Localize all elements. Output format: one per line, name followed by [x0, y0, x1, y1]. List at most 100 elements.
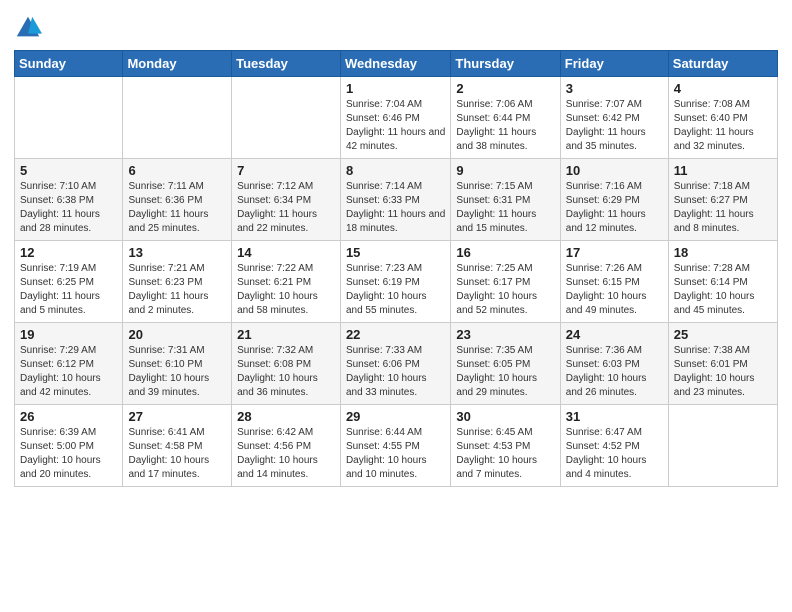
cell-2-1: 5 Sunrise: 7:10 AM Sunset: 6:38 PM Daylig… — [15, 159, 123, 241]
day-info: Sunrise: 7:32 AM Sunset: 6:08 PM Dayligh… — [237, 344, 335, 400]
cell-3-7: 18Sunrise: 7:28 AM Sunset: 6:14 PM Dayli… — [668, 241, 777, 323]
cell-2-7: 11 Sunrise: 7:18 AM Sunset: 6:27 PM Dayli… — [668, 159, 777, 241]
day-number: 14 — [237, 245, 335, 260]
cell-3-6: 17 Sunrise: 7:26 AM Sunset: 6:15 PM Dayli… — [560, 241, 668, 323]
header-wednesday: Wednesday — [340, 51, 450, 77]
cell-3-1: 12 Sunrise: 7:19 AM Sunset: 6:25 PM Dayli… — [15, 241, 123, 323]
day-number: 11 — [674, 163, 772, 178]
page: SundayMondayTuesdayWednesdayThursdayFrid… — [0, 0, 792, 612]
day-number: 13 — [128, 245, 226, 260]
cell-2-5: 9 Sunrise: 7:15 AM Sunset: 6:31 PM Daylig… — [451, 159, 560, 241]
day-info: Sunrise: 6:41 AM Sunset: 4:58 PM Dayligh… — [128, 426, 226, 482]
cell-1-2 — [123, 77, 232, 159]
cell-1-1 — [15, 77, 123, 159]
day-info: Sunrise: 7:14 AM Sunset: 6:33 PM Dayligh… — [346, 180, 445, 236]
cell-5-1: 26 Sunrise: 6:39 AM Sunset: 5:00 PM Dayli… — [15, 405, 123, 487]
header — [14, 10, 778, 42]
day-info: Sunrise: 7:07 AM Sunset: 6:42 PM Dayligh… — [566, 98, 663, 154]
day-number: 5 — [20, 163, 117, 178]
week-row-1: 1 Sunrise: 7:04 AM Sunset: 6:46 PM Daylig… — [15, 77, 778, 159]
day-number: 31 — [566, 409, 663, 424]
day-number: 7 — [237, 163, 335, 178]
logo-icon — [14, 14, 42, 42]
day-number: 22 — [346, 327, 445, 342]
header-saturday: Saturday — [668, 51, 777, 77]
day-number: 24 — [566, 327, 663, 342]
day-info: Sunrise: 7:28 AM Sunset: 6:14 PM Dayligh… — [674, 262, 772, 318]
day-number: 12 — [20, 245, 117, 260]
day-number: 15 — [346, 245, 445, 260]
cell-2-2: 6Sunrise: 7:11 AM Sunset: 6:36 PM Daylig… — [123, 159, 232, 241]
cell-2-4: 8Sunrise: 7:14 AM Sunset: 6:33 PM Daylig… — [340, 159, 450, 241]
day-number: 19 — [20, 327, 117, 342]
day-info: Sunrise: 6:45 AM Sunset: 4:53 PM Dayligh… — [456, 426, 554, 482]
day-info: Sunrise: 7:29 AM Sunset: 6:12 PM Dayligh… — [20, 344, 117, 400]
cell-4-6: 24 Sunrise: 7:36 AM Sunset: 6:03 PM Dayli… — [560, 323, 668, 405]
day-number: 21 — [237, 327, 335, 342]
day-info: Sunrise: 7:18 AM Sunset: 6:27 PM Dayligh… — [674, 180, 772, 236]
day-info: Sunrise: 7:04 AM Sunset: 6:46 PM Dayligh… — [346, 98, 445, 154]
day-info: Sunrise: 7:16 AM Sunset: 6:29 PM Dayligh… — [566, 180, 663, 236]
cell-5-7 — [668, 405, 777, 487]
day-info: Sunrise: 7:25 AM Sunset: 6:17 PM Dayligh… — [456, 262, 554, 318]
header-sunday: Sunday — [15, 51, 123, 77]
cell-3-3: 14 Sunrise: 7:22 AM Sunset: 6:21 PM Dayli… — [232, 241, 341, 323]
day-info: Sunrise: 7:22 AM Sunset: 6:21 PM Dayligh… — [237, 262, 335, 318]
day-info: Sunrise: 7:19 AM Sunset: 6:25 PM Dayligh… — [20, 262, 117, 318]
cell-2-3: 7 Sunrise: 7:12 AM Sunset: 6:34 PM Daylig… — [232, 159, 341, 241]
day-info: Sunrise: 7:33 AM Sunset: 6:06 PM Dayligh… — [346, 344, 445, 400]
cell-2-6: 10Sunrise: 7:16 AM Sunset: 6:29 PM Dayli… — [560, 159, 668, 241]
day-info: Sunrise: 7:36 AM Sunset: 6:03 PM Dayligh… — [566, 344, 663, 400]
day-number: 16 — [456, 245, 554, 260]
cell-3-2: 13 Sunrise: 7:21 AM Sunset: 6:23 PM Dayli… — [123, 241, 232, 323]
day-info: Sunrise: 7:08 AM Sunset: 6:40 PM Dayligh… — [674, 98, 772, 154]
day-info: Sunrise: 7:12 AM Sunset: 6:34 PM Dayligh… — [237, 180, 335, 236]
cell-4-7: 25Sunrise: 7:38 AM Sunset: 6:01 PM Dayli… — [668, 323, 777, 405]
day-number: 27 — [128, 409, 226, 424]
week-row-5: 26 Sunrise: 6:39 AM Sunset: 5:00 PM Dayli… — [15, 405, 778, 487]
cell-1-5: 2Sunrise: 7:06 AM Sunset: 6:44 PM Daylig… — [451, 77, 560, 159]
day-number: 23 — [456, 327, 554, 342]
day-info: Sunrise: 7:23 AM Sunset: 6:19 PM Dayligh… — [346, 262, 445, 318]
day-info: Sunrise: 6:42 AM Sunset: 4:56 PM Dayligh… — [237, 426, 335, 482]
day-info: Sunrise: 7:26 AM Sunset: 6:15 PM Dayligh… — [566, 262, 663, 318]
day-number: 30 — [456, 409, 554, 424]
day-info: Sunrise: 7:31 AM Sunset: 6:10 PM Dayligh… — [128, 344, 226, 400]
cell-4-2: 20 Sunrise: 7:31 AM Sunset: 6:10 PM Dayli… — [123, 323, 232, 405]
day-info: Sunrise: 6:47 AM Sunset: 4:52 PM Dayligh… — [566, 426, 663, 482]
day-number: 9 — [456, 163, 554, 178]
day-number: 25 — [674, 327, 772, 342]
week-row-2: 5 Sunrise: 7:10 AM Sunset: 6:38 PM Daylig… — [15, 159, 778, 241]
cell-4-1: 19 Sunrise: 7:29 AM Sunset: 6:12 PM Dayli… — [15, 323, 123, 405]
cell-3-5: 16 Sunrise: 7:25 AM Sunset: 6:17 PM Dayli… — [451, 241, 560, 323]
cell-1-6: 3 Sunrise: 7:07 AM Sunset: 6:42 PM Daylig… — [560, 77, 668, 159]
day-info: Sunrise: 7:15 AM Sunset: 6:31 PM Dayligh… — [456, 180, 554, 236]
day-number: 20 — [128, 327, 226, 342]
day-info: Sunrise: 6:44 AM Sunset: 4:55 PM Dayligh… — [346, 426, 445, 482]
cell-3-4: 15 Sunrise: 7:23 AM Sunset: 6:19 PM Dayli… — [340, 241, 450, 323]
cell-4-5: 23Sunrise: 7:35 AM Sunset: 6:05 PM Dayli… — [451, 323, 560, 405]
cell-4-3: 21 Sunrise: 7:32 AM Sunset: 6:08 PM Dayli… — [232, 323, 341, 405]
day-number: 4 — [674, 81, 772, 96]
cell-1-4: 1 Sunrise: 7:04 AM Sunset: 6:46 PM Daylig… — [340, 77, 450, 159]
cell-5-5: 30 Sunrise: 6:45 AM Sunset: 4:53 PM Dayli… — [451, 405, 560, 487]
day-number: 3 — [566, 81, 663, 96]
calendar-table: SundayMondayTuesdayWednesdayThursdayFrid… — [14, 50, 778, 487]
day-number: 29 — [346, 409, 445, 424]
day-number: 26 — [20, 409, 117, 424]
header-thursday: Thursday — [451, 51, 560, 77]
day-number: 1 — [346, 81, 445, 96]
header-row: SundayMondayTuesdayWednesdayThursdayFrid… — [15, 51, 778, 77]
day-info: Sunrise: 7:10 AM Sunset: 6:38 PM Dayligh… — [20, 180, 117, 236]
cell-5-4: 29 Sunrise: 6:44 AM Sunset: 4:55 PM Dayli… — [340, 405, 450, 487]
cell-4-4: 22 Sunrise: 7:33 AM Sunset: 6:06 PM Dayli… — [340, 323, 450, 405]
day-info: Sunrise: 7:21 AM Sunset: 6:23 PM Dayligh… — [128, 262, 226, 318]
cell-1-7: 4 Sunrise: 7:08 AM Sunset: 6:40 PM Daylig… — [668, 77, 777, 159]
day-number: 17 — [566, 245, 663, 260]
day-info: Sunrise: 6:39 AM Sunset: 5:00 PM Dayligh… — [20, 426, 117, 482]
cell-5-3: 28 Sunrise: 6:42 AM Sunset: 4:56 PM Dayli… — [232, 405, 341, 487]
cell-5-6: 31 Sunrise: 6:47 AM Sunset: 4:52 PM Dayli… — [560, 405, 668, 487]
header-monday: Monday — [123, 51, 232, 77]
day-number: 28 — [237, 409, 335, 424]
logo — [14, 14, 46, 42]
